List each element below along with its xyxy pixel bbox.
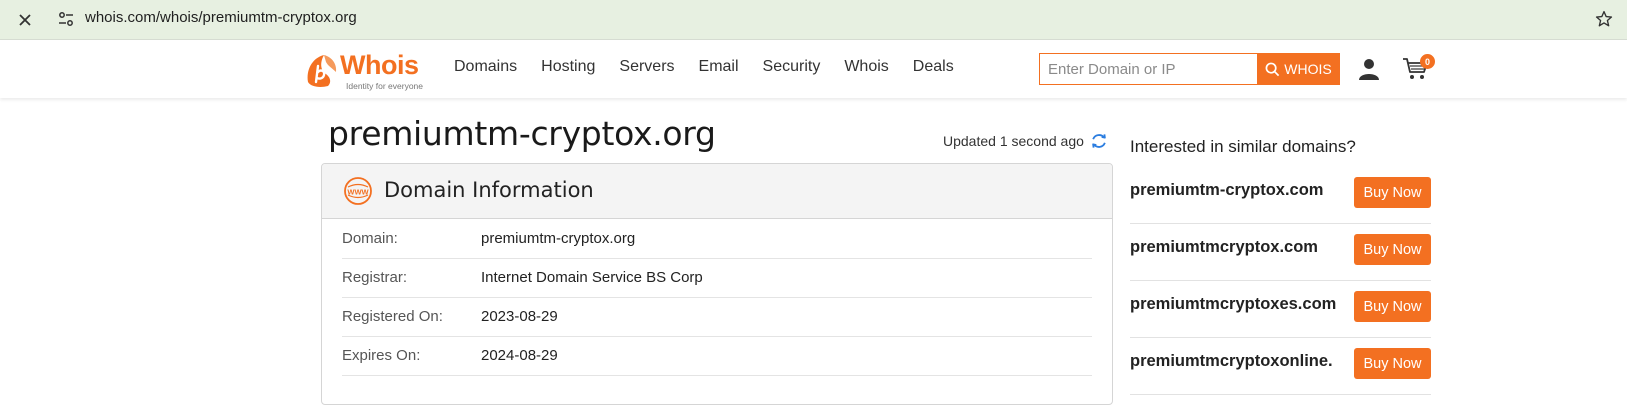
refresh-icon[interactable] — [1090, 132, 1108, 150]
row-label: Registered On: — [342, 308, 443, 325]
similar-domains-title: Interested in similar domains? — [1130, 137, 1356, 156]
suggestion-row: premiumtmcryptoxonline. Buy Now — [1130, 338, 1431, 395]
search-icon — [1265, 62, 1280, 76]
buy-now-button[interactable]: Buy Now — [1354, 348, 1431, 379]
suggestion-domain: premiumtmcryptoxes.com — [1130, 295, 1337, 313]
row-value: 2024-08-29 — [481, 347, 558, 364]
site-info-icon[interactable] — [56, 9, 76, 29]
url-text[interactable]: whois.com/whois/premiumtm-cryptox.org — [85, 9, 357, 26]
whois-search-button[interactable]: WHOIS — [1257, 53, 1340, 85]
whois-search-label: WHOIS — [1284, 61, 1332, 77]
nav-security[interactable]: Security — [763, 58, 821, 76]
info-row-registrar: Registrar: Internet Domain Service BS Co… — [342, 258, 1092, 298]
suggestion-row: premiumtm-cryptox.com Buy Now — [1130, 167, 1431, 224]
page-title: premiumtm-cryptox.org — [328, 114, 716, 153]
nav-domains[interactable]: Domains — [454, 58, 517, 76]
whois-logo[interactable]: Whois Identity for everyone — [304, 50, 430, 91]
row-value: Internet Domain Service BS Corp — [481, 269, 703, 286]
row-label: Registrar: — [342, 269, 408, 286]
card-header: WWW Domain Information — [322, 164, 1112, 219]
card-title: Domain Information — [384, 178, 594, 202]
logo-tagline: Identity for everyone — [346, 81, 424, 91]
nav-servers[interactable]: Servers — [619, 58, 674, 76]
suggestion-row: premiumtmcryptoxes.com Buy Now — [1130, 281, 1431, 338]
domain-information-card: WWW Domain Information Domain: premiumtm… — [321, 163, 1113, 405]
nav-deals[interactable]: Deals — [913, 58, 954, 76]
buy-now-button[interactable]: Buy Now — [1354, 234, 1431, 265]
user-account-icon[interactable] — [1357, 57, 1381, 81]
close-icon[interactable] — [13, 8, 37, 32]
suggestion-domain: premiumtm-cryptox.com — [1130, 181, 1324, 199]
logo-text: Whois — [340, 50, 419, 80]
cart-count-badge: 0 — [1420, 54, 1435, 69]
logo-mark-icon — [307, 55, 337, 87]
info-row-domain: Domain: premiumtm-cryptox.org — [342, 219, 1092, 259]
row-label: Expires On: — [342, 347, 421, 364]
buy-now-button[interactable]: Buy Now — [1354, 291, 1431, 322]
main-nav: Domains Hosting Servers Email Security W… — [454, 58, 978, 76]
browser-address-bar: whois.com/whois/premiumtm-cryptox.org — [0, 0, 1627, 40]
suggestion-row: premiumtmcryptox.com Buy Now — [1130, 224, 1431, 281]
updated-status: Updated 1 second ago — [943, 132, 1108, 150]
suggestion-domain: premiumtmcryptox.com — [1130, 238, 1318, 256]
www-icon: WWW — [344, 177, 372, 205]
row-label: Domain: — [342, 230, 398, 247]
star-icon[interactable] — [1593, 8, 1615, 30]
site-header: Whois Identity for everyone Domains Host… — [0, 40, 1627, 98]
row-value: premiumtm-cryptox.org — [481, 230, 636, 247]
domain-search: WHOIS — [1039, 53, 1340, 85]
nav-email[interactable]: Email — [699, 58, 739, 76]
nav-whois[interactable]: Whois — [844, 58, 888, 76]
buy-now-button[interactable]: Buy Now — [1354, 177, 1431, 208]
domain-search-input[interactable] — [1040, 54, 1256, 84]
info-row-expires-on: Expires On: 2024-08-29 — [342, 336, 1092, 376]
svg-text:WWW: WWW — [347, 187, 369, 196]
info-row-registered-on: Registered On: 2023-08-29 — [342, 297, 1092, 337]
updated-text: Updated 1 second ago — [943, 133, 1084, 149]
suggestion-domain: premiumtmcryptoxonline. — [1130, 352, 1333, 370]
row-value: 2023-08-29 — [481, 308, 558, 325]
nav-hosting[interactable]: Hosting — [541, 58, 595, 76]
